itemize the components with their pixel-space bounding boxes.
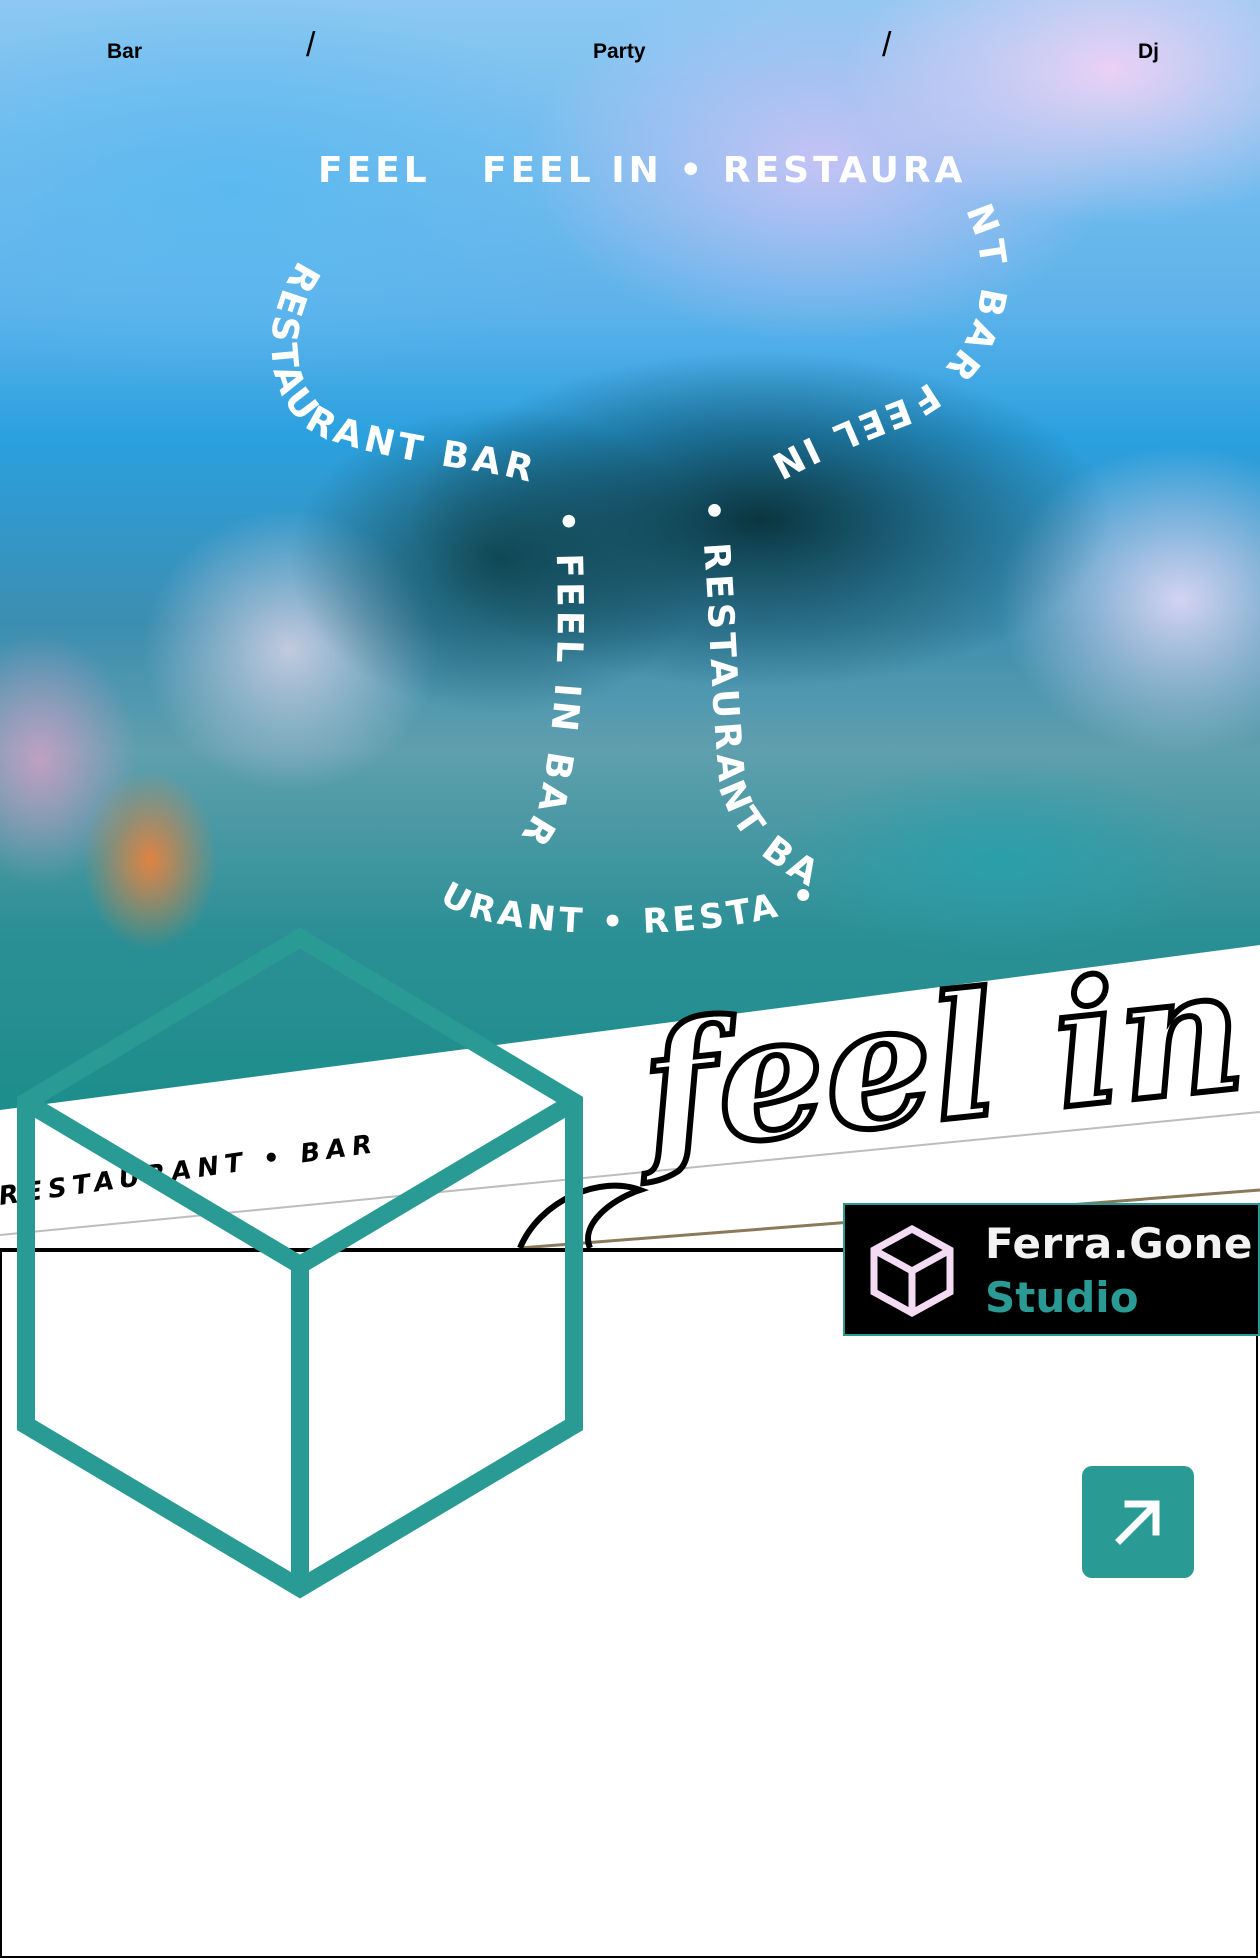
brand-name: Ferra.Gone: [985, 1219, 1253, 1268]
glass-text-top-left: FEEL: [318, 150, 431, 191]
svg-text:URANT • RESTA • FEEL IN • REST: URANT • RESTA • FEEL IN • RESTA: [0, 0, 840, 942]
open-link-button[interactable]: [1082, 1466, 1194, 1578]
glass-text-left-stem: • FEEL IN BAR: [511, 509, 586, 856]
glass-text-left-side: RESTAURANT BAR: [262, 255, 537, 491]
svg-text:RESTAURANT BAR: RESTAURANT BAR: [262, 255, 541, 491]
brand-badge[interactable]: Ferra.Gone Studio: [843, 1203, 1260, 1336]
cube-icon: [17, 927, 583, 1599]
svg-text:NT BAR FEEL IN: NT BAR FEEL IN: [762, 198, 1014, 487]
glass-text-right-side: NT BAR FEEL IN: [762, 198, 1010, 487]
brand-subtitle: Studio: [985, 1273, 1139, 1322]
glass-text-top-right: FEEL IN • RESTAURA: [482, 150, 966, 191]
svg-text:• FEEL IN BAR: • FEEL IN BAR: [511, 509, 590, 856]
arrow-up-right-icon: [1115, 1500, 1160, 1545]
glass-text-bottom: URANT • RESTA • FEEL IN • RESTA: [0, 0, 836, 942]
cube-icon: [870, 1225, 954, 1317]
